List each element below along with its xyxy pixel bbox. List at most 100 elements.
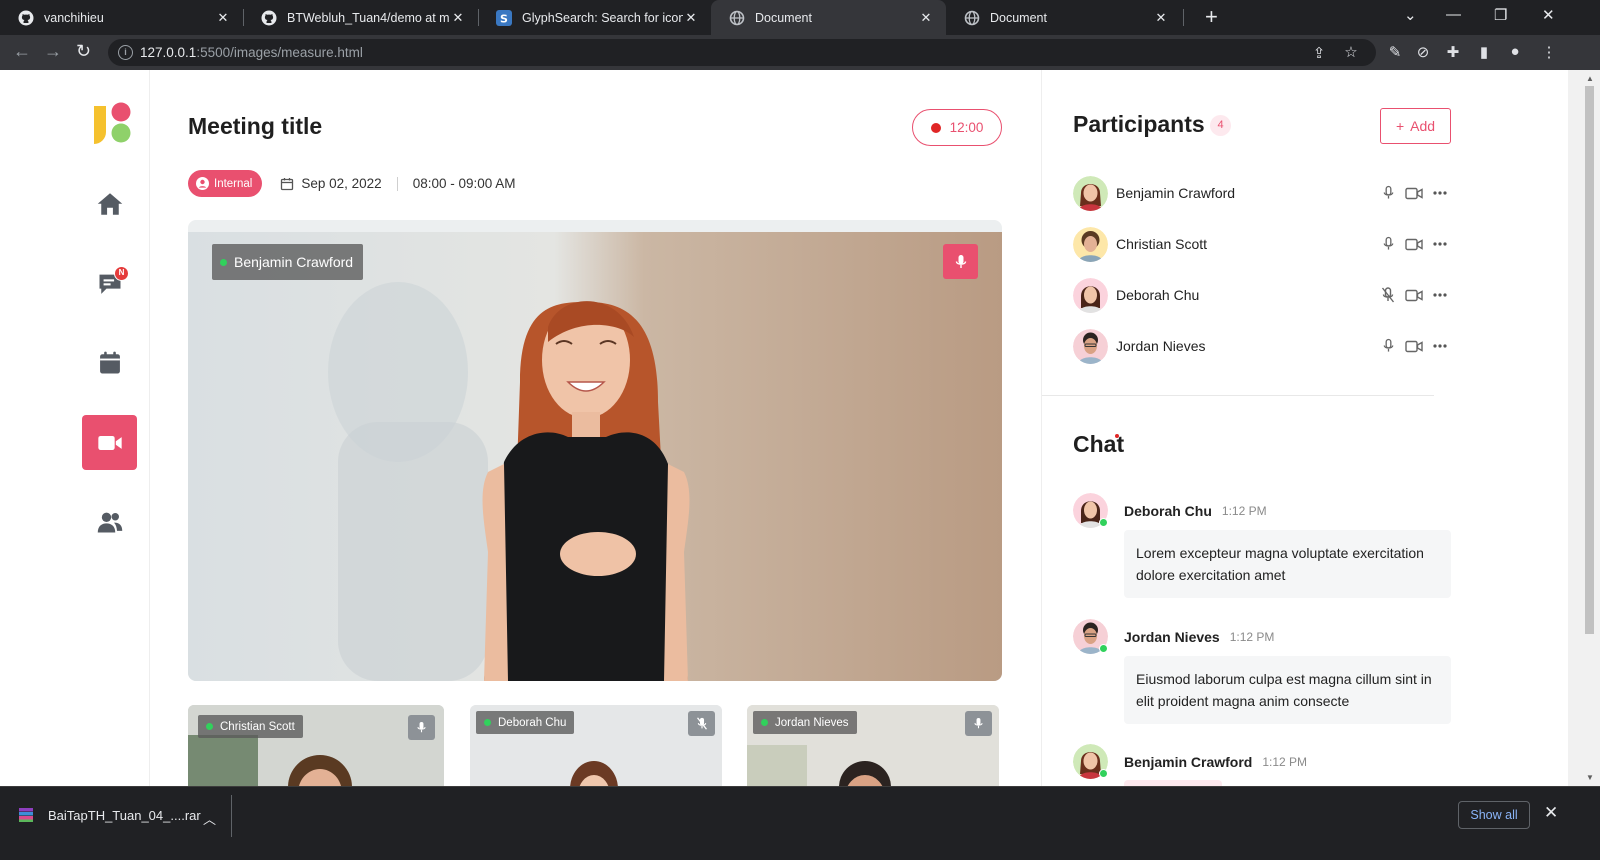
chevron-up-icon[interactable]: ︿ xyxy=(203,809,216,828)
video-camera-outline-icon xyxy=(1405,289,1423,301)
calendar-icon xyxy=(99,351,120,373)
svg-text:S: S xyxy=(500,12,508,25)
main-video[interactable]: Benjamin Crawford xyxy=(188,220,1002,681)
add-participant-button[interactable]: + Add xyxy=(1380,108,1451,144)
speaker-name-tag: Benjamin Crawford xyxy=(212,244,364,280)
profile-icon[interactable]: ● xyxy=(1506,43,1524,61)
participant-row[interactable]: Christian Scott xyxy=(1073,226,1453,262)
users-icon xyxy=(97,512,122,532)
unread-dot xyxy=(1115,434,1119,438)
plus-icon: + xyxy=(1395,118,1405,134)
video-camera-outline-icon xyxy=(1405,238,1423,250)
tab-close-icon[interactable]: ✕ xyxy=(683,10,699,26)
video-camera-outline-icon xyxy=(1405,340,1423,352)
thumbnail-name-tag: Christian Scott xyxy=(198,715,303,738)
back-arrow-icon[interactable]: ← xyxy=(13,41,31,62)
extensions-puzzle-icon[interactable]: ✚ xyxy=(1444,43,1462,61)
page-scrollbar[interactable] xyxy=(1568,70,1600,786)
message-author: Jordan Nieves xyxy=(1124,628,1220,645)
reload-icon[interactable]: ↻ xyxy=(76,41,91,62)
participant-mic-button[interactable] xyxy=(1375,183,1401,203)
participant-mic-button[interactable] xyxy=(1375,336,1401,356)
participant-more-icon[interactable] xyxy=(1427,336,1453,356)
participant-row[interactable]: Benjamin Crawford xyxy=(1073,175,1453,211)
scrollbar-thumb[interactable] xyxy=(1585,86,1594,634)
close-window-icon[interactable]: ✕ xyxy=(1542,6,1555,24)
browser-tab[interactable]: vanchihieu ✕ xyxy=(0,0,243,35)
scroll-down-arrow-icon[interactable]: ▼ xyxy=(1584,773,1596,782)
download-item[interactable]: BaiTapTH_Tuan_04_....rar xyxy=(18,807,201,823)
meeting-date: Sep 02, 2022 xyxy=(301,176,382,191)
participant-thumbnail[interactable]: Jordan Nieves xyxy=(747,705,999,786)
participant-thumbnail[interactable]: Deborah Chu xyxy=(470,705,722,786)
add-button-label: Add xyxy=(1410,118,1436,134)
url-path: :5500/images/measure.html xyxy=(196,45,363,60)
participant-camera-button[interactable] xyxy=(1401,336,1427,356)
minimize-icon[interactable]: — xyxy=(1446,6,1461,23)
speaker-mic-button[interactable] xyxy=(943,244,978,279)
share-icon[interactable]: ⇪ xyxy=(1310,44,1328,62)
participant-more-icon[interactable] xyxy=(1427,234,1453,254)
side-panel-icon[interactable]: ▮ xyxy=(1475,43,1493,61)
participant-more-icon[interactable] xyxy=(1427,285,1453,305)
tab-search-chevron-icon[interactable]: ⌄ xyxy=(1404,6,1417,24)
sidebar-item-calendar[interactable] xyxy=(82,335,137,390)
participant-more-icon[interactable] xyxy=(1427,183,1453,203)
close-download-bar-icon[interactable]: ✕ xyxy=(1544,803,1558,823)
microphone-off-icon xyxy=(696,717,707,730)
tab-title: Document xyxy=(755,10,812,25)
participant-camera-button[interactable] xyxy=(1401,183,1427,203)
bookmark-star-icon[interactable]: ☆ xyxy=(1342,43,1360,61)
tab-title: Document xyxy=(990,10,1047,25)
browser-tab-active[interactable]: Document ✕ xyxy=(711,0,946,35)
browser-tab[interactable]: Document ✕ xyxy=(946,0,1181,35)
thumbnail-mic-muted-button[interactable] xyxy=(688,711,715,736)
online-indicator xyxy=(1099,769,1108,778)
browser-menu-icon[interactable]: ⋮ xyxy=(1540,43,1558,61)
site-info-icon[interactable]: i xyxy=(118,45,133,60)
participant-name: Deborah Chu xyxy=(1116,287,1200,303)
microphone-icon xyxy=(955,254,966,268)
sidebar-item-contacts[interactable] xyxy=(82,494,137,549)
speaker-video-frame xyxy=(188,232,1002,681)
download-divider xyxy=(231,795,232,837)
message-bubble: Eiusmod laborum culpa est magna cillum s… xyxy=(1124,656,1451,724)
show-all-button[interactable]: Show all xyxy=(1458,801,1530,829)
microphone-off-icon xyxy=(1381,287,1395,303)
thumbnail-name: Jordan Nieves xyxy=(775,716,849,729)
extension-pen-icon[interactable]: ✎ xyxy=(1386,43,1404,61)
new-tab-plus-icon[interactable]: + xyxy=(1205,4,1218,30)
thumbnail-mic-button[interactable] xyxy=(965,711,992,736)
tab-close-icon[interactable]: ✕ xyxy=(1153,10,1169,26)
participant-camera-button[interactable] xyxy=(1401,285,1427,305)
thumbnail-mic-button[interactable] xyxy=(408,715,435,740)
tab-close-icon[interactable]: ✕ xyxy=(215,10,231,26)
sidebar-item-messages[interactable]: N xyxy=(82,256,137,311)
meeting-title: Meeting title xyxy=(188,113,323,139)
sidebar-item-meeting[interactable] xyxy=(82,415,137,470)
participant-row[interactable]: Jordan Nieves xyxy=(1073,328,1453,364)
recording-timer-button[interactable]: 12:00 xyxy=(912,109,1002,146)
participant-thumbnail[interactable]: Christian Scott xyxy=(188,705,444,786)
home-icon xyxy=(97,192,122,215)
forward-arrow-icon[interactable]: → xyxy=(44,41,62,62)
participant-mic-button[interactable] xyxy=(1375,234,1401,254)
tab-close-icon[interactable]: ✕ xyxy=(918,10,934,26)
sidebar-item-home[interactable] xyxy=(82,176,137,231)
tab-close-icon[interactable]: ✕ xyxy=(450,10,466,26)
sidebar: N xyxy=(0,70,150,786)
participant-camera-button[interactable] xyxy=(1401,234,1427,254)
avatar xyxy=(1073,277,1108,313)
globe-icon xyxy=(729,10,745,25)
compass-extension-icon[interactable]: ⊘ xyxy=(1414,43,1432,61)
browser-tab[interactable]: BTWebluh_Tuan4/demo at maste ✕ xyxy=(243,0,478,35)
browser-tab[interactable]: S GlyphSearch: Search for icons fro ✕ xyxy=(478,0,711,35)
thumbnail-name-tag: Deborah Chu xyxy=(476,711,575,734)
participant-row[interactable]: Deborah Chu xyxy=(1073,277,1453,313)
scroll-up-arrow-icon[interactable]: ▲ xyxy=(1584,74,1596,83)
thumbnail-name-tag: Jordan Nieves xyxy=(753,711,857,734)
address-bar[interactable]: i 127.0.0.1:5500/images/measure.html ⇪ ☆ xyxy=(108,39,1376,66)
participant-mic-muted-button[interactable] xyxy=(1375,285,1401,305)
microphone-icon xyxy=(974,718,983,729)
restore-icon[interactable]: ❐ xyxy=(1494,6,1507,24)
